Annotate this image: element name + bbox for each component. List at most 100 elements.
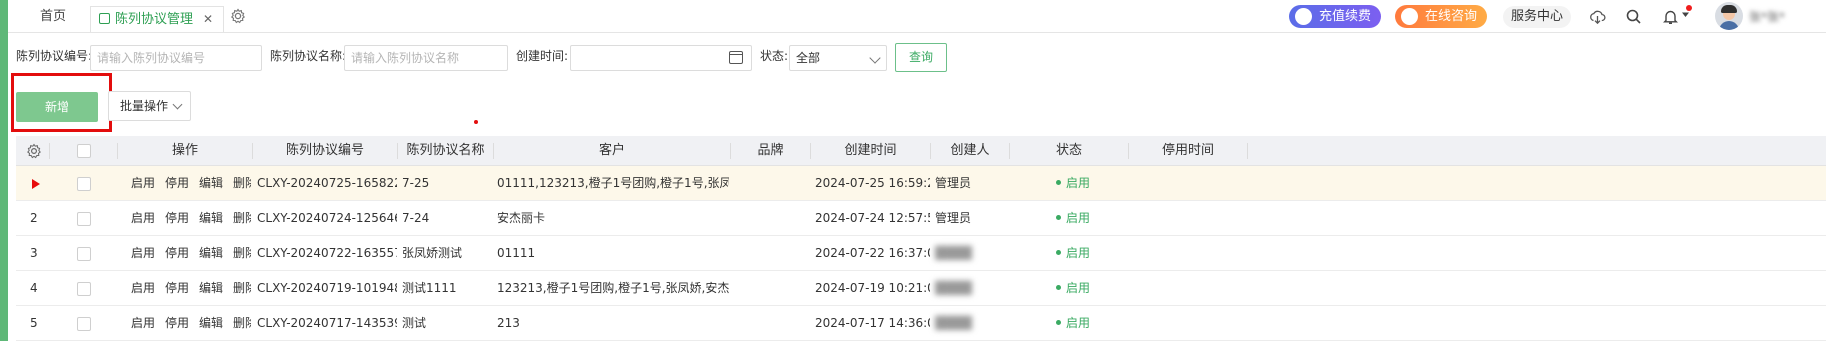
header-status[interactable]: 状态 <box>1010 136 1128 166</box>
status-dot-icon <box>1056 320 1061 325</box>
row-status-text: 启用 <box>1066 281 1091 295</box>
row-action-0[interactable]: 启用 <box>131 176 155 190</box>
row-action-3[interactable]: 删除 <box>233 316 251 330</box>
row-customer: 01111 <box>497 246 536 260</box>
status-filter-label: 状态: <box>760 49 789 63</box>
column-separator <box>49 143 50 159</box>
row-action-0[interactable]: 启用 <box>131 316 155 330</box>
row-action-3[interactable]: 删除 <box>233 176 251 190</box>
row-index: 2 <box>30 211 38 225</box>
row-action-2[interactable]: 编辑 <box>199 281 223 295</box>
row-customer: 01111,123213,橙子1号团购,橙子1号,张凤娇,安... <box>497 176 729 190</box>
row-created-at: 2024-07-19 10:21:05 <box>815 281 930 295</box>
top-tab-bar: 首页 陈列协议管理 ✕ 充值续费 在线咨询 服务中心 张*张* <box>8 0 1826 33</box>
row-status: 启用 <box>1056 306 1126 341</box>
status-select[interactable]: 全部 <box>789 45 887 71</box>
chevron-down-icon <box>172 99 183 110</box>
row-action-1[interactable]: 停用 <box>165 176 189 190</box>
tab-display-agreement[interactable]: 陈列协议管理 ✕ <box>90 6 225 32</box>
header-code[interactable]: 陈列协议编号 <box>253 136 397 166</box>
row-actions: 启用停用编辑删除 <box>131 201 251 236</box>
table-row[interactable]: 2启用停用编辑删除CLXY-20240724-1256467-24安杰丽卡202… <box>16 201 1826 236</box>
row-action-1[interactable]: 停用 <box>165 211 189 225</box>
highlight-annotation-box <box>11 73 112 132</box>
annotation-dot <box>474 120 478 124</box>
row-action-3[interactable]: 删除 <box>233 246 251 260</box>
row-name: 测试1111 <box>402 281 457 295</box>
search-icon[interactable] <box>1625 8 1642 25</box>
row-action-3[interactable]: 删除 <box>233 281 251 295</box>
row-action-1[interactable]: 停用 <box>165 316 189 330</box>
user-name[interactable]: 张*张* <box>1749 8 1825 24</box>
row-checkbox[interactable] <box>77 282 91 296</box>
row-action-0[interactable]: 启用 <box>131 211 155 225</box>
batch-operation-label: 批量操作 <box>120 99 169 113</box>
bell-icon[interactable] <box>1662 8 1679 25</box>
column-settings-gear-icon[interactable] <box>26 143 42 159</box>
query-button[interactable]: 查询 <box>895 43 947 72</box>
table-header: 操作 陈列协议编号 陈列协议名称 客户 品牌 创建时间 创建人 状态 停用时间 <box>16 136 1826 166</box>
code-search-input[interactable] <box>90 45 262 71</box>
row-checkbox[interactable] <box>77 247 91 261</box>
row-status-text: 启用 <box>1066 211 1091 225</box>
row-status: 启用 <box>1056 236 1126 271</box>
online-consult-button[interactable]: 在线咨询 <box>1395 5 1488 28</box>
consult-label: 在线咨询 <box>1425 9 1478 24</box>
row-status-text: 启用 <box>1066 176 1091 190</box>
header-brand[interactable]: 品牌 <box>731 136 810 166</box>
row-index: 4 <box>30 281 38 295</box>
column-separator <box>1247 143 1248 159</box>
row-action-2[interactable]: 编辑 <box>199 246 223 260</box>
tab-home[interactable]: 首页 <box>26 0 80 33</box>
select-all-checkbox[interactable] <box>77 144 91 158</box>
table-row[interactable]: 3启用停用编辑删除CLXY-20240722-163557张凤娇测试011112… <box>16 236 1826 271</box>
row-checkbox[interactable] <box>77 212 91 226</box>
table-row[interactable]: 4启用停用编辑删除CLXY-20240719-101948测试111112321… <box>16 271 1826 306</box>
avatar[interactable] <box>1715 2 1743 30</box>
row-customer: 213 <box>497 316 520 330</box>
header-name[interactable]: 陈列协议名称 <box>398 136 493 166</box>
row-brand <box>736 306 808 341</box>
status-dot-icon <box>1056 215 1061 220</box>
row-disabled-at <box>1133 271 1243 306</box>
table-row[interactable]: 启用停用编辑删除CLXY-20240725-1658227-2501111,12… <box>16 166 1826 201</box>
row-action-1[interactable]: 停用 <box>165 281 189 295</box>
row-creator: ████ <box>935 281 972 295</box>
row-checkbox[interactable] <box>77 177 91 191</box>
row-action-3[interactable]: 删除 <box>233 211 251 225</box>
row-action-1[interactable]: 停用 <box>165 246 189 260</box>
row-status: 启用 <box>1056 271 1126 306</box>
close-icon[interactable]: ✕ <box>203 12 213 26</box>
row-action-2[interactable]: 编辑 <box>199 211 223 225</box>
tab-label: 陈列协议管理 <box>115 12 194 27</box>
row-action-0[interactable]: 启用 <box>131 281 155 295</box>
header-creator[interactable]: 创建人 <box>931 136 1009 166</box>
header-customer[interactable]: 客户 <box>494 136 730 166</box>
header-ops: 操作 <box>171 143 198 158</box>
money-bag-icon <box>1295 8 1312 25</box>
row-checkbox[interactable] <box>77 317 91 331</box>
header-created-at[interactable]: 创建时间 <box>811 136 930 166</box>
tab-page-icon <box>99 13 110 24</box>
caret-down-icon[interactable] <box>1681 10 1690 19</box>
row-action-2[interactable]: 编辑 <box>199 176 223 190</box>
gear-icon[interactable] <box>230 8 246 24</box>
created-time-picker[interactable] <box>570 45 752 71</box>
cloud-download-icon[interactable] <box>1589 8 1606 25</box>
agreement-table: 操作 陈列协议编号 陈列协议名称 客户 品牌 创建时间 创建人 状态 停用时间 … <box>16 136 1826 341</box>
row-actions: 启用停用编辑删除 <box>131 236 251 271</box>
calendar-icon[interactable] <box>729 51 743 64</box>
row-created-at: 2024-07-17 14:36:08 <box>815 316 930 330</box>
batch-operation-dropdown[interactable]: 批量操作 <box>108 91 191 121</box>
header-disabled-at[interactable]: 停用时间 <box>1129 136 1247 166</box>
recharge-button[interactable]: 充值续费 <box>1289 5 1382 28</box>
row-actions: 启用停用编辑删除 <box>131 271 251 306</box>
row-action-0[interactable]: 启用 <box>131 246 155 260</box>
name-search-input[interactable] <box>344 45 508 71</box>
row-creator: ████ <box>935 246 972 260</box>
row-disabled-at <box>1133 201 1243 236</box>
row-name: 测试 <box>402 316 427 330</box>
table-row[interactable]: 5启用停用编辑删除CLXY-20240717-143539测试2132024-0… <box>16 306 1826 341</box>
row-action-2[interactable]: 编辑 <box>199 316 223 330</box>
service-center-button[interactable]: 服务中心 <box>1503 6 1572 28</box>
